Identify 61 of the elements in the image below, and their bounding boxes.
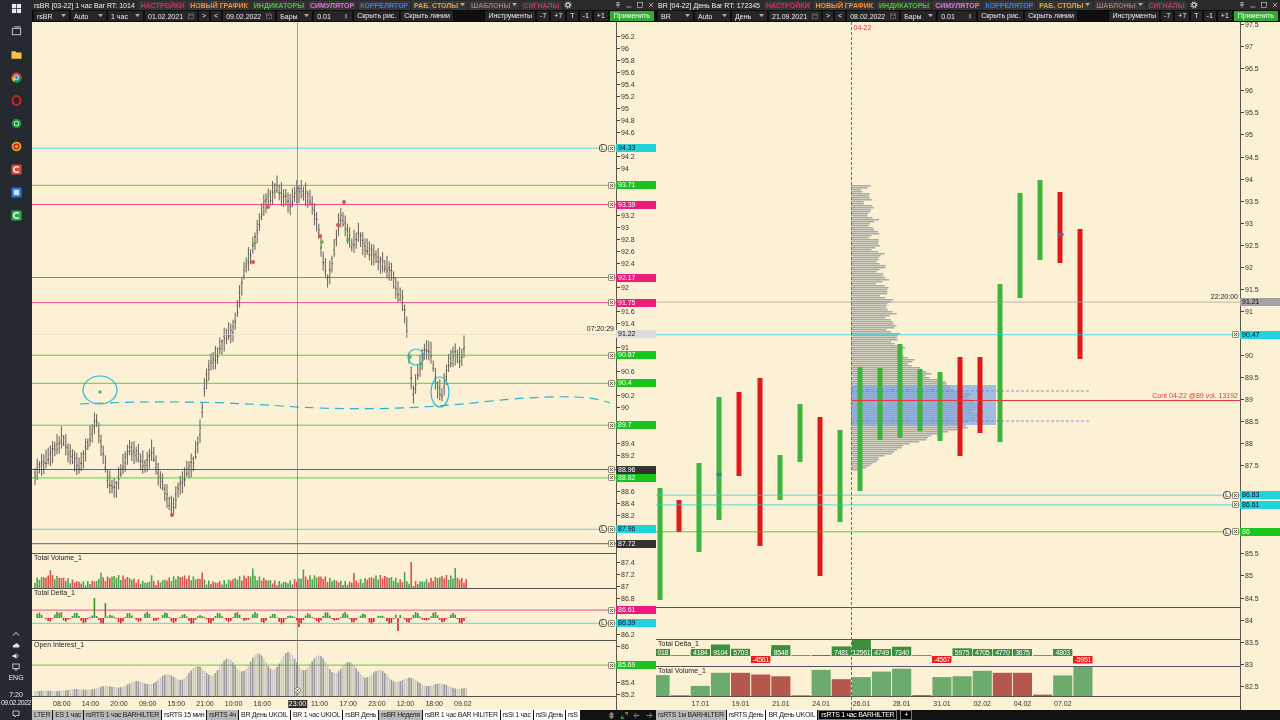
close-icon[interactable] <box>608 181 615 189</box>
close-icon[interactable] <box>608 619 615 627</box>
ring-app-icon[interactable] <box>10 95 22 106</box>
close-icon[interactable] <box>608 144 615 152</box>
close-icon[interactable] <box>608 661 615 669</box>
calendar-icon[interactable] <box>890 13 897 19</box>
close-icon[interactable] <box>608 351 615 359</box>
speaker-icon[interactable] <box>12 652 20 660</box>
caret-icon <box>61 14 66 18</box>
vertical-arrows-icon[interactable] <box>607 711 615 719</box>
task-view-icon[interactable] <box>10 26 22 37</box>
close-icon[interactable] <box>608 299 615 307</box>
caret-icon <box>135 14 140 18</box>
square-app-icon[interactable] <box>10 164 22 175</box>
close-icon[interactable] <box>608 525 615 533</box>
close-icon[interactable] <box>294 687 301 694</box>
settings-icon[interactable] <box>1189 1 1198 9</box>
pin-icon[interactable] <box>615 2 621 8</box>
calendar-icon[interactable] <box>266 13 273 19</box>
close-icon[interactable] <box>608 474 615 482</box>
square-app-icon[interactable] <box>10 187 22 198</box>
caret-icon <box>304 14 310 18</box>
settings-icon[interactable] <box>564 1 573 9</box>
start-menu-icon[interactable] <box>10 3 22 14</box>
close-icon[interactable] <box>608 540 615 548</box>
maximize-icon[interactable] <box>1261 2 1267 8</box>
close-icon[interactable] <box>1232 528 1239 536</box>
close-icon[interactable] <box>608 201 615 208</box>
caret-icon <box>928 14 934 18</box>
close-icon[interactable] <box>1272 2 1278 8</box>
calendar-icon[interactable] <box>188 13 194 19</box>
left-arrow-icon[interactable] <box>633 711 641 719</box>
calendar-icon[interactable] <box>812 13 818 19</box>
close-icon[interactable] <box>648 2 654 8</box>
caret-icon <box>98 14 103 18</box>
spinner-arrows-icon[interactable] <box>343 13 350 19</box>
close-icon[interactable] <box>1232 501 1239 509</box>
close-icon[interactable] <box>608 421 615 429</box>
round-app-icon[interactable] <box>10 72 22 83</box>
caret-icon <box>685 14 690 18</box>
spinner-arrows-icon[interactable] <box>967 13 974 19</box>
round-app-icon[interactable] <box>10 118 22 129</box>
network-icon[interactable] <box>12 663 20 671</box>
chevron-up-icon[interactable] <box>12 630 20 638</box>
expand-icon[interactable] <box>620 711 628 719</box>
close-icon[interactable] <box>608 466 615 473</box>
close-icon[interactable] <box>1232 491 1239 499</box>
folder-icon[interactable] <box>10 49 22 60</box>
close-icon[interactable] <box>608 606 615 614</box>
caret-icon <box>722 14 727 18</box>
close-icon[interactable] <box>608 379 615 387</box>
caret-icon <box>759 14 764 18</box>
cloud-icon[interactable] <box>12 641 20 649</box>
square-app-icon[interactable] <box>10 210 22 221</box>
notification-icon[interactable] <box>12 710 20 718</box>
maximize-icon[interactable] <box>637 2 643 8</box>
pin-icon[interactable] <box>1239 2 1245 8</box>
close-icon[interactable] <box>1232 331 1239 339</box>
close-icon[interactable] <box>608 274 615 281</box>
round-app-icon[interactable] <box>10 141 22 152</box>
right-arrow-icon[interactable] <box>646 711 654 719</box>
